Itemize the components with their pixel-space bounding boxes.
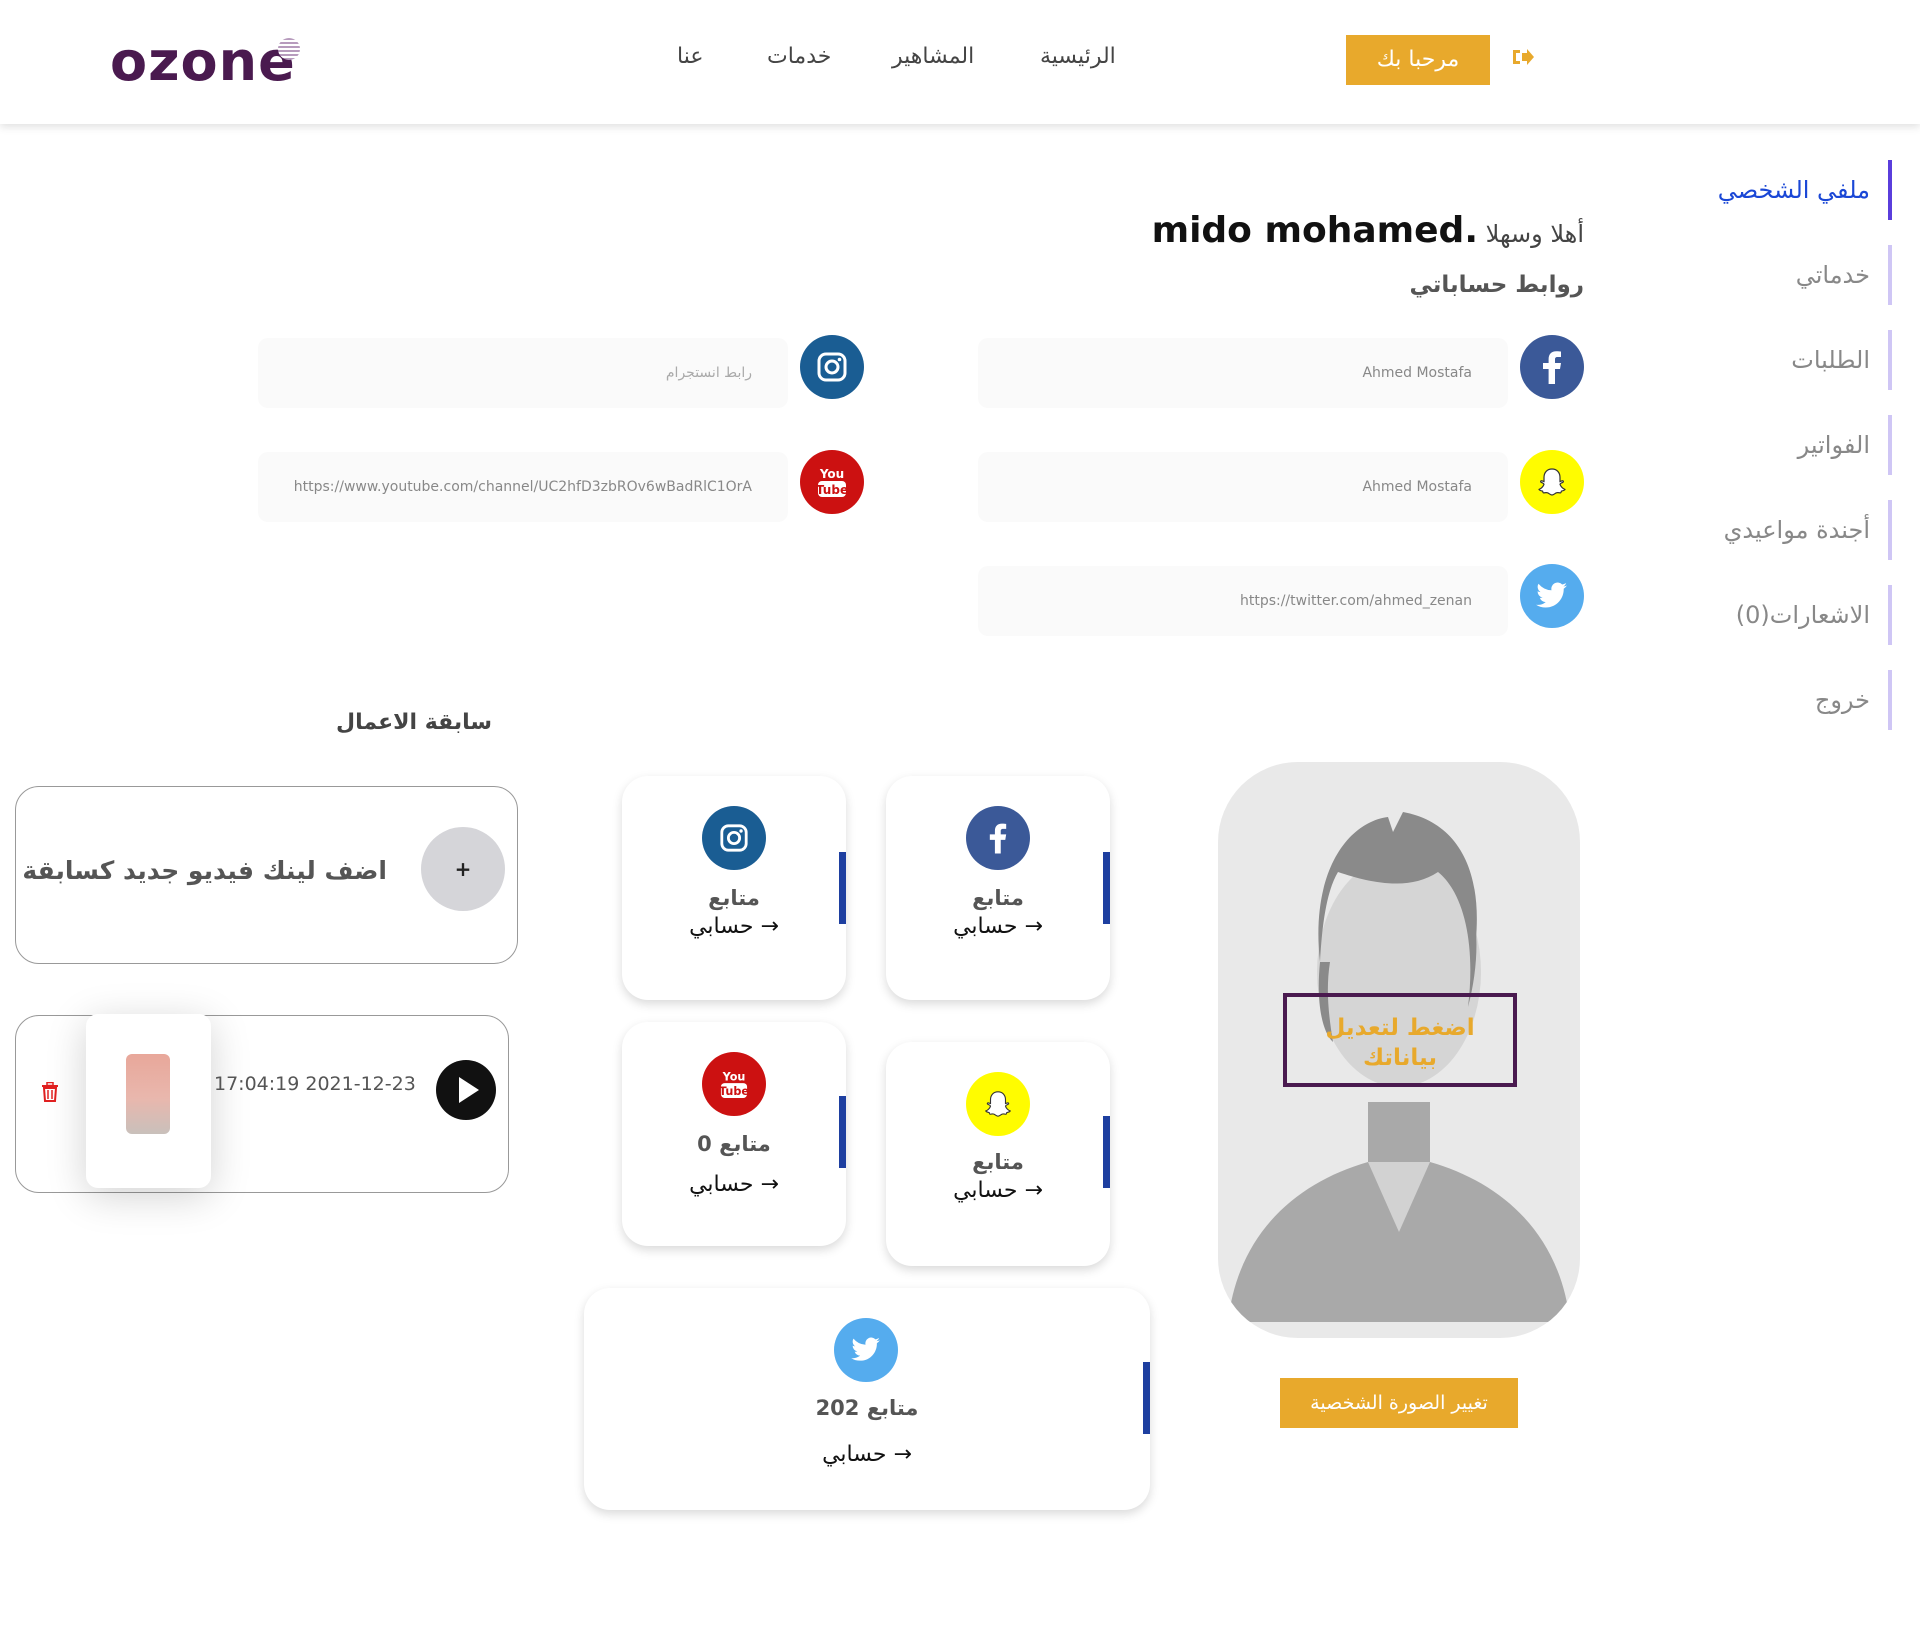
youtube-icon: You Tube [800,450,864,514]
video-thumbnail[interactable] [86,1014,211,1188]
add-video-box: اضف لينك فيديو جديد كسابقة + [15,786,518,964]
snapchat-stats-card: متابع حسابي → [886,1042,1110,1266]
trash-icon[interactable] [41,1082,59,1102]
youtube-icon: You Tube [702,1052,766,1116]
video-date: 17:04:19 2021-12-23 [214,1073,416,1095]
add-video-label: اضف لينك فيديو جديد كسابقة [22,856,387,885]
greeting-prefix: أهلا وسهلا [1485,220,1584,248]
account-link[interactable]: حسابي → [622,914,846,939]
instagram-stats-card: متابع حسابي → [622,776,846,1000]
welcome-button[interactable]: مرحبا بك [1346,35,1490,85]
follower-count: 0 متابع [697,1132,771,1156]
youtube-stats-card: You Tube 0 متابع حسابي → [622,1022,846,1246]
edit-profile-overlay[interactable]: اضغط لتعديل بياناتك [1283,993,1517,1087]
user-name: mido mohamed. [1151,210,1478,251]
top-header: ozone الرئيسية المشاهير خدمات عنا مرحبا … [0,0,1920,124]
svg-text:Tube: Tube [720,1085,748,1098]
facebook-icon [966,806,1030,870]
sidebar-item-logout[interactable]: خروج [1632,670,1892,730]
links-section-title: روابط حساباتي [1409,272,1585,298]
twitter-icon [1520,564,1584,628]
snapchat-icon [1520,450,1584,514]
follower-count: متابع [972,1150,1024,1174]
nav-celebrities[interactable]: المشاهير [892,44,974,69]
logout-icon[interactable] [1510,45,1534,69]
nav-about[interactable]: عنا [677,44,703,69]
instagram-icon [800,335,864,399]
nav-services[interactable]: خدمات [767,44,831,69]
sidebar-item-invoices[interactable]: الفواتير [1632,415,1892,475]
ozone-logo[interactable]: ozone [110,30,300,93]
logo-orb-icon [277,38,300,60]
nav-home[interactable]: الرئيسية [1040,44,1116,69]
account-link[interactable]: حسابي → [584,1442,1150,1467]
svg-text:You: You [819,467,844,481]
twitter-icon [834,1318,898,1382]
sidebar-item-orders[interactable]: الطلبات [1632,330,1892,390]
greeting-heading: أهلا وسهلا mido mohamed. [1152,210,1584,251]
snapchat-icon [966,1072,1030,1136]
facebook-icon [1520,335,1584,399]
product-package-image [126,1054,170,1134]
youtube-link-field[interactable]: https://www.youtube.com/channel/UC2hfD3z… [258,452,788,522]
facebook-link-field[interactable]: Ahmed Mostafa [978,338,1508,408]
account-link[interactable]: حسابي → [622,1172,846,1197]
follower-count: 202 متابع [815,1396,919,1420]
twitter-stats-card: 202 متابع حسابي → [584,1288,1150,1510]
sidebar-item-services[interactable]: خدماتي [1632,245,1892,305]
sidebar-item-notifications[interactable]: الاشعارات(0) [1632,585,1892,645]
facebook-stats-card: متابع حسابي → [886,776,1110,1000]
play-icon[interactable] [436,1060,496,1120]
instagram-icon [702,806,766,870]
follower-count: متابع [972,886,1024,910]
account-link[interactable]: حسابي → [886,914,1110,939]
change-photo-button[interactable]: تغيير الصورة الشخصية [1280,1378,1518,1428]
logo-text: ozone [110,30,296,93]
add-video-button[interactable]: + [421,827,505,911]
account-link[interactable]: حسابي → [886,1178,1110,1203]
svg-text:You: You [722,1070,746,1083]
follower-count: متابع [708,886,760,910]
works-section-title: سابقة الاعمال [336,710,493,735]
sidebar-item-agenda[interactable]: أجندة مواعيدي [1632,500,1892,560]
svg-text:Tube: Tube [817,483,847,497]
snapchat-link-field[interactable]: Ahmed Mostafa [978,452,1508,522]
twitter-link-field[interactable]: https://twitter.com/ahmed_zenan [978,566,1508,636]
sidebar-item-profile[interactable]: ملفي الشخصي [1632,160,1892,220]
instagram-link-field[interactable]: رابط انستجرام [258,338,788,408]
